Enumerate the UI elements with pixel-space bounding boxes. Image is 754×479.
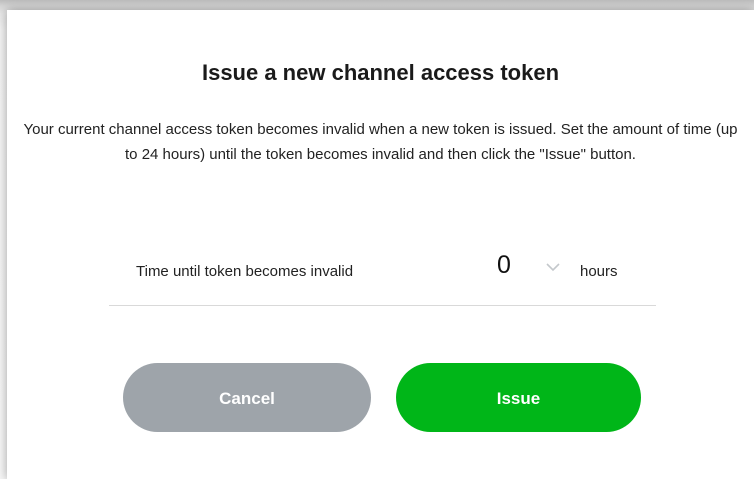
expiry-hours-value: 0 xyxy=(497,251,511,279)
dialog-description: Your current channel access token become… xyxy=(23,121,738,163)
issue-button[interactable]: Issue xyxy=(396,363,641,432)
dialog-title: Issue a new channel access token xyxy=(201,60,560,85)
cancel-button[interactable]: Cancel xyxy=(123,363,371,432)
expiry-hours-select[interactable]: 0 xyxy=(487,250,567,290)
issue-token-dialog: Issue a new channel access token Your cu… xyxy=(7,10,754,479)
expiry-label: Time until token becomes invalid xyxy=(136,263,354,280)
expiry-unit: hours xyxy=(580,263,618,280)
chevron-down-icon xyxy=(546,263,560,272)
expiry-row: Time until token becomes invalid 0 hours xyxy=(109,250,656,306)
